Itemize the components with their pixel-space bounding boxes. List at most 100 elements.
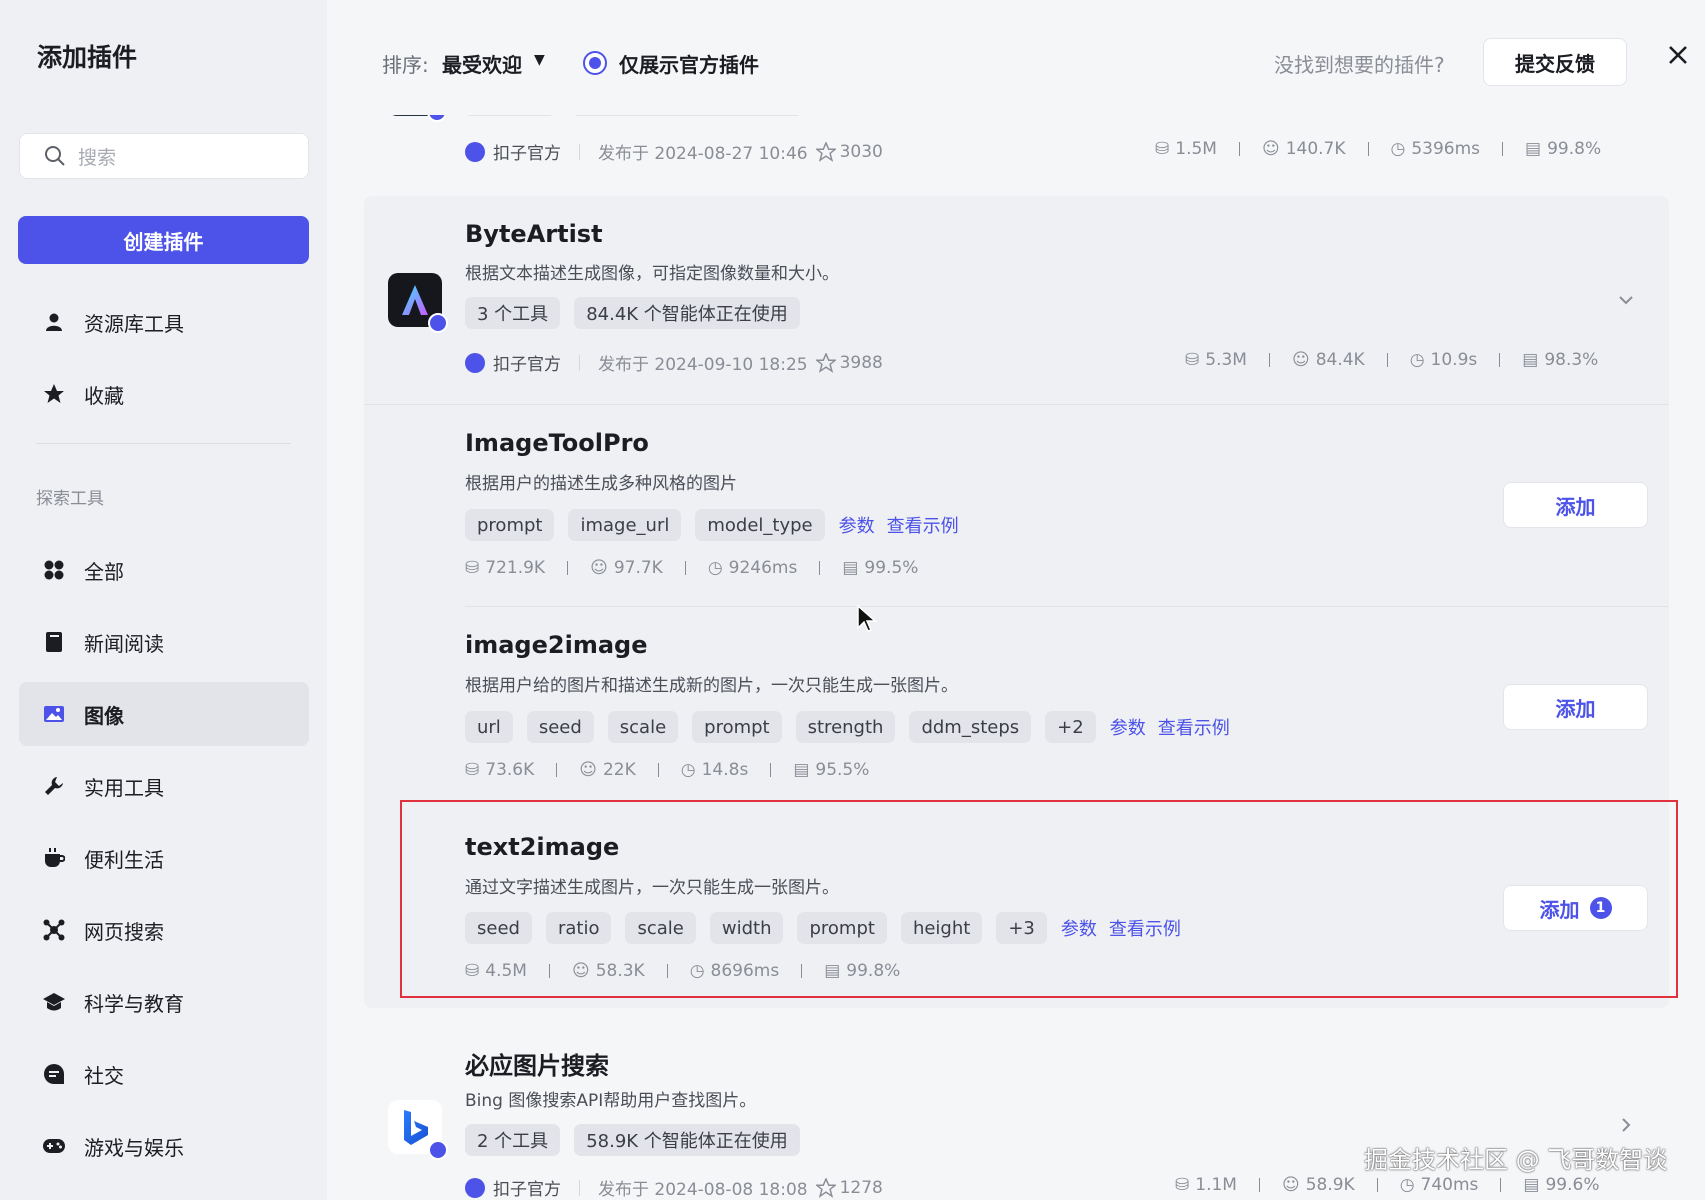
add-button[interactable]: 添加 1	[1503, 885, 1648, 931]
sidebar-item-label: 便利生活	[84, 847, 164, 872]
param-tag: prompt	[797, 912, 887, 944]
wrench-icon	[42, 774, 66, 798]
star-outline-icon	[815, 1177, 836, 1198]
sidebar-section-label: 探索工具	[36, 489, 104, 509]
sidebar-item-utilities[interactable]: 实用工具	[19, 754, 309, 818]
author-name: 扣子官方	[493, 355, 561, 375]
star-count: 3030	[815, 141, 883, 162]
sidebar-item-games[interactable]: 游戏与娱乐	[19, 1114, 309, 1178]
chat-icon	[42, 1062, 66, 1086]
chevron-down-icon[interactable]	[1616, 290, 1636, 310]
sidebar-item-label: 图像	[84, 703, 124, 728]
search-input[interactable]: 搜索	[19, 133, 309, 179]
param-tag: scale	[607, 711, 679, 743]
sidebar-item-label: 全部	[84, 559, 124, 584]
main-panel: 扣子官方 发布于 2024-08-27 10:46 3030 ⛁ 1.5M ☺ 14…	[327, 0, 1705, 1200]
sidebar-item-label: 新闻阅读	[84, 631, 164, 656]
success-stat: ▤ 99.8%	[1525, 139, 1602, 159]
byteartist-logo	[388, 273, 448, 333]
sidebar-item-science-education[interactable]: 科学与教育	[19, 970, 309, 1034]
usage-tag: 58.9K 个智能体正在使用	[574, 1124, 800, 1156]
tool-name: text2image	[465, 833, 620, 861]
bing-logo	[388, 1100, 448, 1160]
sidebar-item-social[interactable]: 社交	[19, 1042, 309, 1106]
sidebar-item-label: 游戏与娱乐	[84, 1135, 184, 1160]
plugin-author-row: 扣子官方 发布于 2024-09-10 18:25 3988	[465, 350, 883, 375]
star-outline-icon	[815, 352, 836, 373]
official-only-label[interactable]: 仅展示官方插件	[619, 49, 759, 78]
more-params-tag[interactable]: +3	[996, 912, 1047, 944]
success-stat: ▤ 99.6%	[1523, 1175, 1600, 1195]
sidebar-divider	[36, 443, 291, 444]
official-badge-icon	[465, 352, 485, 373]
sidebar-item-library-tools[interactable]: 资源库工具	[19, 290, 309, 354]
calls-stat: ⛁ 1.5M	[1155, 139, 1217, 159]
param-tag: height	[900, 912, 983, 944]
tool-stats: ⛁ 4.5M ☺ 58.3K ◷ 8696ms ▤ 99.8%	[465, 961, 900, 981]
param-tag: seed	[526, 711, 594, 743]
add-button[interactable]: 添加	[1503, 482, 1648, 528]
success-stat: ▤ 99.8%	[824, 961, 901, 981]
sidebar-item-web-search[interactable]: 网页搜索	[19, 898, 309, 962]
plugin-tags: 2 个工具 58.9K 个智能体正在使用	[465, 1124, 800, 1156]
mouse-cursor-icon	[857, 604, 877, 632]
calls-stat: ⛁ 721.9K	[465, 558, 546, 578]
chevron-right-icon[interactable]	[1616, 1115, 1636, 1135]
sidebar-item-label: 实用工具	[84, 775, 164, 800]
publish-date: 发布于 2024-08-27 10:46	[598, 144, 808, 164]
caret-down-icon[interactable]: ▼	[534, 52, 545, 68]
calls-stat: ⛁ 4.5M	[465, 961, 527, 981]
latency-stat: ◷ 8696ms	[689, 961, 780, 981]
official-only-radio[interactable]	[583, 51, 607, 75]
added-count-badge: 1	[1589, 897, 1612, 919]
success-stat: ▤ 99.5%	[842, 558, 919, 578]
params-link[interactable]: 参数	[1110, 714, 1146, 740]
tools-count-tag: 3 个工具	[465, 297, 561, 329]
close-icon[interactable]	[1663, 40, 1693, 70]
plugin-author-row: 扣子官方 发布于 2024-08-08 18:08 1278	[465, 1175, 883, 1200]
sidebar-item-all[interactable]: 全部	[19, 538, 309, 602]
bots-stat: ☺ 84.4K	[1291, 350, 1365, 370]
params-link[interactable]: 参数	[839, 512, 875, 538]
bots-stat: ☺ 58.3K	[571, 961, 645, 981]
more-params-tag[interactable]: +2	[1045, 711, 1096, 743]
sidebar-title: 添加插件	[37, 43, 138, 72]
cup-icon	[42, 846, 66, 870]
sidebar-item-news[interactable]: 新闻阅读	[19, 610, 309, 674]
tool-params: prompt image_url model_type 参数 查看示例	[465, 509, 959, 541]
latency-stat: ◷ 5396ms	[1390, 139, 1481, 159]
plugin-name[interactable]: ByteArtist	[465, 220, 603, 248]
view-example-link[interactable]: 查看示例	[1158, 714, 1230, 740]
param-tag: strength	[795, 711, 896, 743]
param-tag: model_type	[695, 509, 825, 541]
params-link[interactable]: 参数	[1061, 915, 1097, 941]
author-name: 扣子官方	[493, 1180, 561, 1200]
plugin-name[interactable]: 必应图片搜索	[465, 1046, 609, 1081]
star-count: 1278	[815, 1177, 883, 1198]
calls-stat: ⛁ 73.6K	[465, 760, 535, 780]
plugin-stats: ⛁ 1.1M ☺ 58.9K ◷ 740ms ▤ 99.6%	[1175, 1175, 1599, 1195]
publish-date: 发布于 2024-08-08 18:08	[598, 1180, 808, 1200]
tool-description: 根据用户的描述生成多种风格的图片	[465, 474, 737, 494]
sort-dropdown[interactable]: 最受欢迎	[442, 49, 522, 78]
view-example-link[interactable]: 查看示例	[1109, 915, 1181, 941]
sidebar-item-label: 资源库工具	[84, 311, 184, 336]
param-tag: width	[709, 912, 784, 944]
sidebar-item-image[interactable]: 图像	[19, 682, 309, 746]
tool-stats: ⛁ 721.9K ☺ 97.7K ◷ 9246ms ▤ 99.5%	[465, 558, 918, 578]
param-tag: image_url	[568, 509, 682, 541]
sidebar-item-favorites[interactable]: 收藏	[19, 362, 309, 426]
create-plugin-button[interactable]: 创建插件	[18, 216, 309, 264]
sidebar-item-lifestyle[interactable]: 便利生活	[19, 826, 309, 890]
bots-stat: ☺ 97.7K	[590, 558, 663, 578]
tool-name: image2image	[465, 631, 648, 659]
not-found-text: 没找到想要的插件?	[1274, 53, 1445, 77]
tool-description: 根据用户给的图片和描述生成新的图片，一次只能生成一张图片。	[465, 676, 958, 696]
official-badge-icon	[465, 1177, 485, 1198]
add-button[interactable]: 添加	[1503, 684, 1648, 730]
calls-stat: ⛁ 1.1M	[1175, 1175, 1237, 1195]
sidebar: 添加插件 搜索 创建插件 资源库工具 收藏 探索工具 全部 新闻阅读 图像 实用…	[0, 0, 327, 1200]
submit-feedback-button[interactable]: 提交反馈	[1483, 38, 1627, 86]
view-example-link[interactable]: 查看示例	[887, 512, 959, 538]
tool-divider	[465, 606, 1669, 607]
